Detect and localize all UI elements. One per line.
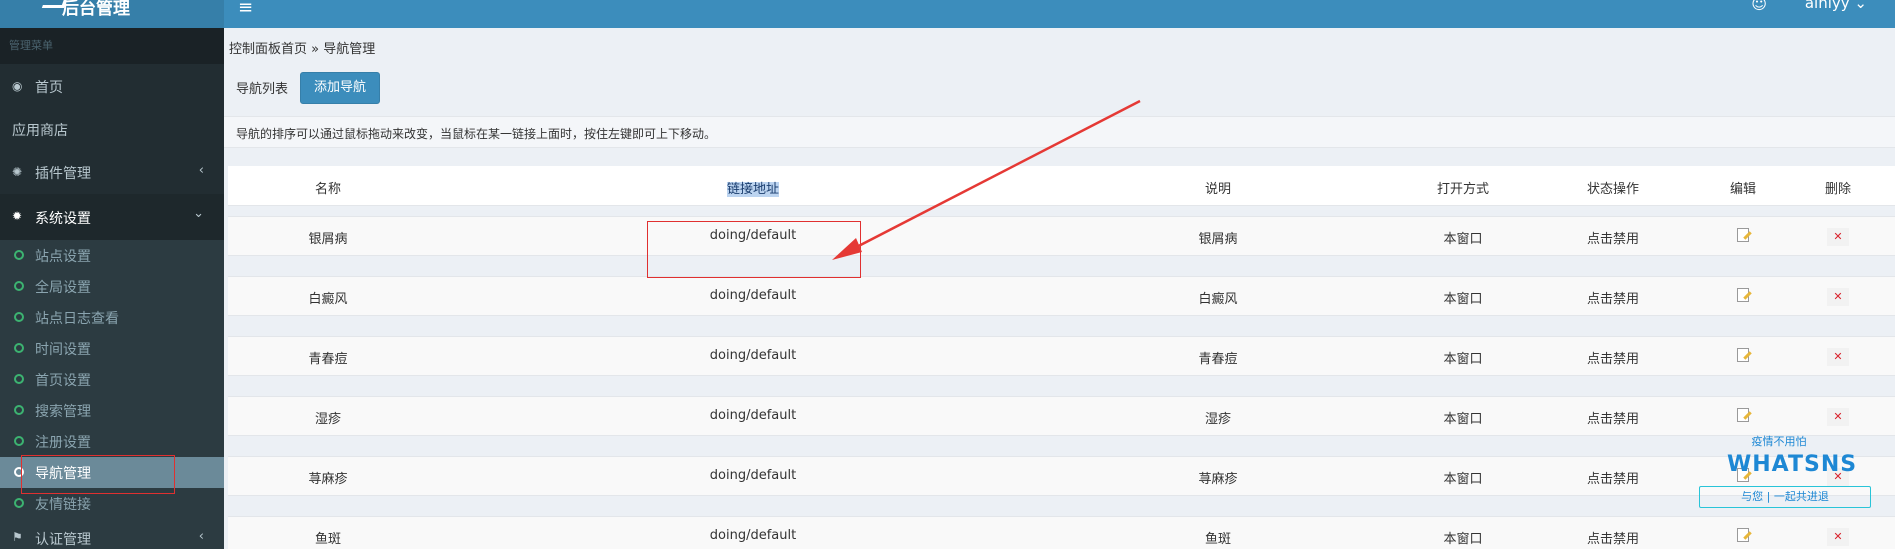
watermark: 疫情不用怕 WHATSNS 与您 | 一起共进退	[1699, 433, 1871, 517]
watermark-brand: WHATSNS	[1727, 452, 1858, 477]
annotation-arrow-head	[832, 238, 862, 260]
watermark-top: 疫情不用怕	[1751, 435, 1807, 448]
watermark-bottom: 与您 | 一起共进退	[1699, 486, 1871, 508]
annotation-arrow	[832, 99, 1141, 260]
annotation-arrow-line	[844, 99, 1141, 255]
